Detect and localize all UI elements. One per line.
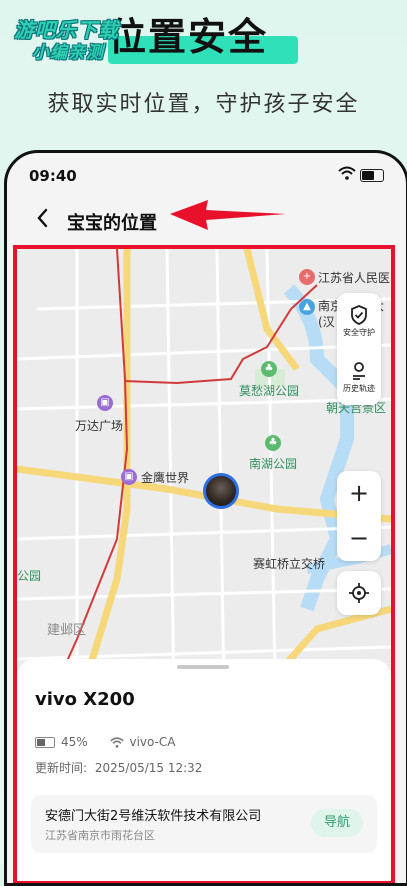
hospital-icon: + <box>299 269 315 285</box>
district-label: 建邺区 <box>47 623 87 638</box>
address-card[interactable]: 安德门大街2号维沃软件技术有限公司 江苏省南京市雨花台区 导航 <box>31 795 377 853</box>
safety-guard-button[interactable]: 安全守护 <box>337 293 381 349</box>
track-history-icon <box>353 362 365 380</box>
address-line2: 江苏省南京市雨花台区 <box>45 829 155 842</box>
history-track-button[interactable]: 历史轨迹 <box>337 349 381 405</box>
battery-level: 45% <box>61 735 88 749</box>
device-name: vivo X200 <box>35 689 135 710</box>
shield-check-icon <box>351 305 367 325</box>
headline: 位置安全 <box>108 15 269 59</box>
annotation-arrow <box>170 200 286 230</box>
updated-label: 更新时间: <box>35 761 88 775</box>
poi-label: 金鹰世界 <box>141 471 190 485</box>
crosshair-icon <box>349 583 369 603</box>
poi-label: 南湖公园 <box>249 457 298 471</box>
map-view[interactable]: + 江苏省人民医 ▲ 南京 (汉 大 ♣ 莫愁湖公园 朝天宫景区 ▣ 万达广场 … <box>13 245 395 883</box>
navigate-button[interactable]: 导航 <box>311 809 363 837</box>
device-info-sheet: vivo X200 45% vivo-CA 更新时间: 2025/05/15 1… <box>17 659 391 881</box>
promo-banner: 位置安全 游吧乐下载 小编亲测 获取实时位置，守护孩子安全 <box>0 0 407 150</box>
locate-button[interactable] <box>337 571 381 615</box>
park-icon: ♣ <box>265 435 281 451</box>
updated-time: 2025/05/15 12:32 <box>94 761 203 775</box>
zoom-controls: + − <box>337 471 381 561</box>
child-location-avatar[interactable] <box>203 473 239 509</box>
chevron-left-icon[interactable] <box>35 207 49 235</box>
phone-frame: 09:40 宝宝的位置 + 江苏省人民医 ▲ 南京 (汉 ♣ 莫愁湖公园 朝天宫… <box>4 150 407 886</box>
address-line1: 安德门大街2号维沃软件技术有限公司 <box>45 809 262 824</box>
map-side-tools: 安全守护 历史轨迹 <box>337 293 381 405</box>
device-meta: 45% vivo-CA <box>35 735 176 749</box>
poi-label: 江苏省人民医 <box>318 271 391 285</box>
sheet-handle[interactable] <box>177 665 229 669</box>
tool-label: 安全守护 <box>343 328 375 337</box>
poi-label: 赛虹桥立交桥 <box>253 557 326 571</box>
poi-label: 万达广场 <box>75 419 124 433</box>
wifi-icon <box>338 166 356 180</box>
status-time: 09:40 <box>29 167 77 185</box>
wifi-name: vivo-CA <box>129 735 176 749</box>
poi-label: 莫愁湖公园 <box>239 384 300 398</box>
shopping-icon: ▣ <box>97 395 113 411</box>
zoom-in-button[interactable]: + <box>337 471 381 516</box>
battery-icon <box>360 169 384 182</box>
shopping-icon: ▣ <box>121 469 137 485</box>
school-icon: ▲ <box>299 299 315 315</box>
wifi-icon <box>109 737 124 748</box>
promo-subtitle: 获取实时位置，守护孩子安全 <box>47 92 360 117</box>
poi-label: 公园 <box>17 569 42 583</box>
update-time-row: 更新时间: 2025/05/15 12:32 <box>35 759 202 776</box>
tool-label: 历史轨迹 <box>343 384 375 393</box>
zoom-out-button[interactable]: − <box>337 516 381 561</box>
page-title: 宝宝的位置 <box>67 213 157 234</box>
poi-label: (汉 <box>318 315 335 329</box>
battery-level-icon <box>35 737 55 748</box>
park-icon: ♣ <box>261 361 277 377</box>
watermark-line2: 小编亲测 <box>32 43 104 63</box>
